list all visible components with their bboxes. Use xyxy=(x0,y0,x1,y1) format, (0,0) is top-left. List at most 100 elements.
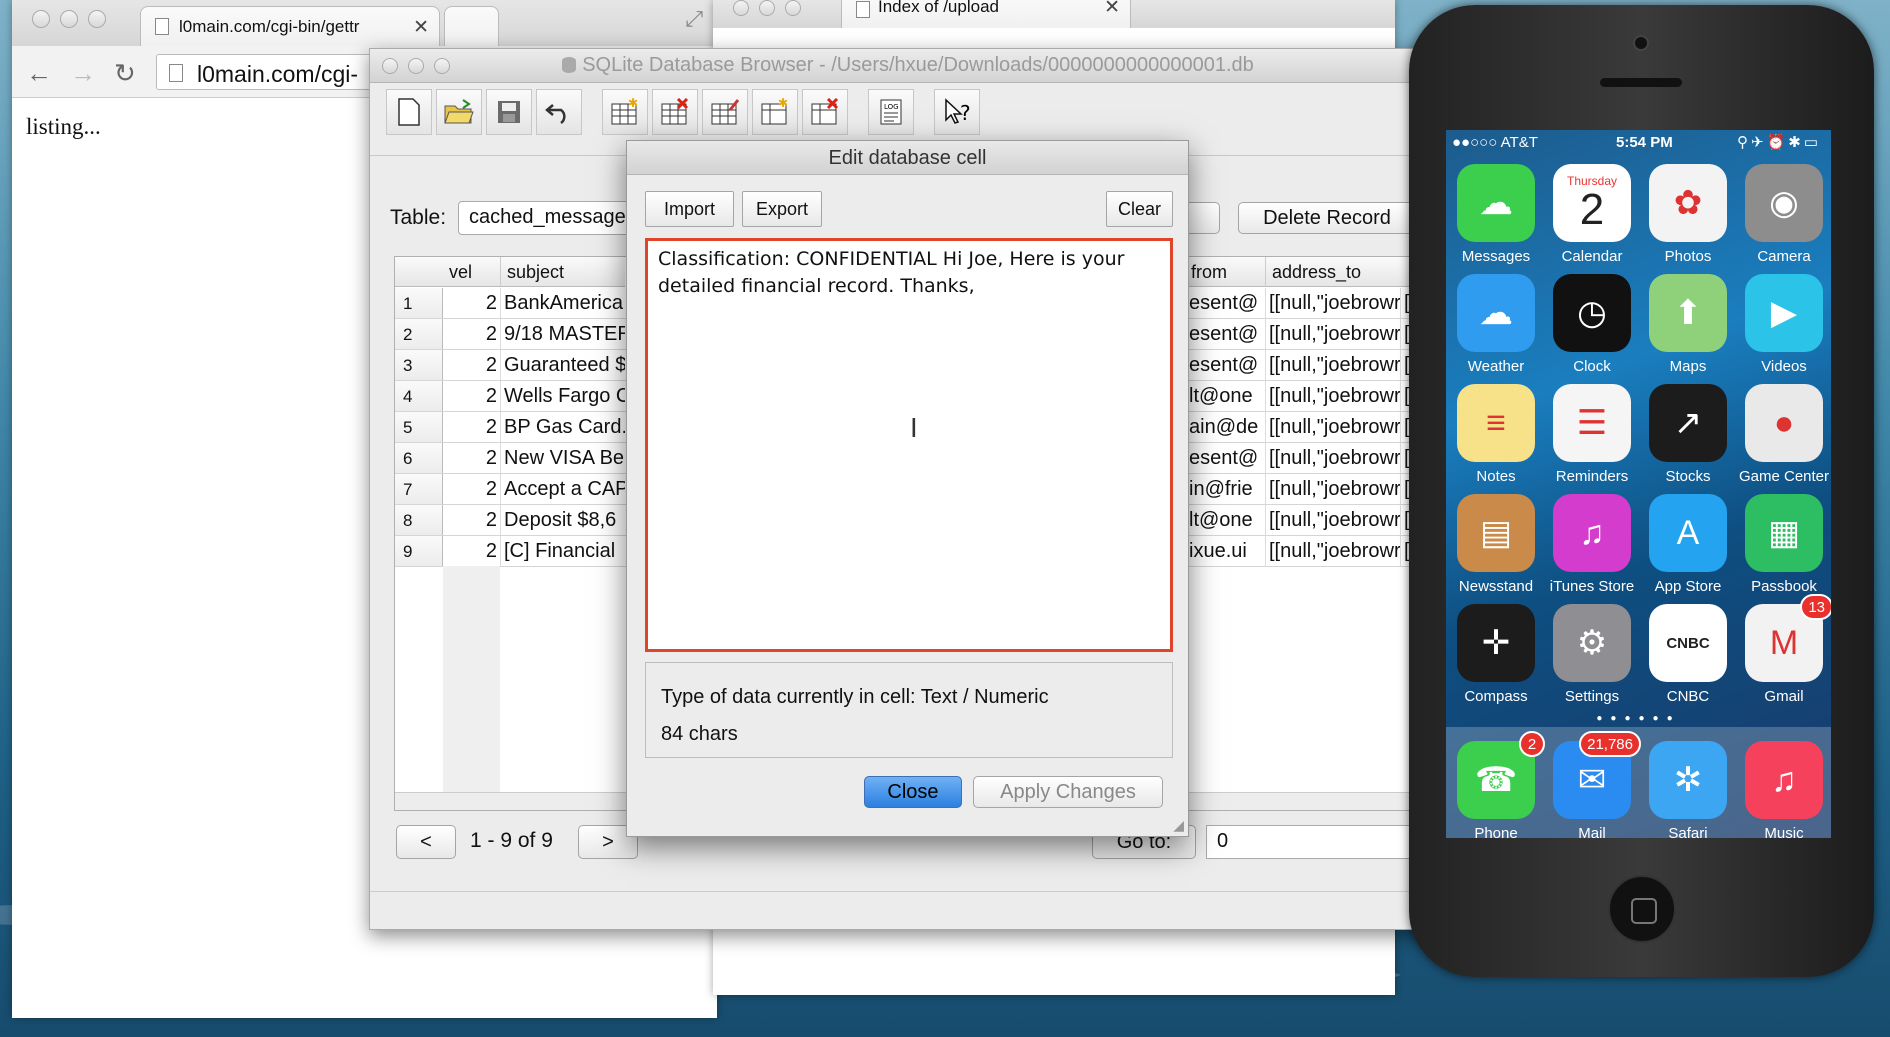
home-button[interactable] xyxy=(1608,875,1676,943)
level-cell[interactable]: 2 xyxy=(443,319,500,349)
level-cell[interactable]: 2 xyxy=(443,536,500,566)
app-itunes-store[interactable]: ♫ iTunes Store xyxy=(1544,494,1640,595)
subject-cell[interactable]: BP Gas Card.. xyxy=(500,412,625,442)
address-to-cell[interactable]: [[null,"joebrowr xyxy=(1265,443,1400,473)
app-compass[interactable]: ✛ Compass xyxy=(1448,604,1544,705)
close-window-button[interactable] xyxy=(32,10,50,28)
delete-record-button[interactable]: Delete Record xyxy=(1238,202,1416,234)
app-newsstand[interactable]: ▤ Newsstand xyxy=(1448,494,1544,595)
from-cell[interactable]: esent@ xyxy=(1185,443,1265,473)
address-to-cell[interactable]: [[null,"joebrowr xyxy=(1265,350,1400,380)
save-icon[interactable] xyxy=(486,89,532,135)
column-header[interactable]: vel xyxy=(443,257,500,287)
address-to-cell[interactable]: [[null,"joebrowr xyxy=(1265,474,1400,504)
subject-cell[interactable]: [C] Financial xyxy=(500,536,625,566)
delete-table-icon[interactable] xyxy=(652,89,698,135)
app-reminders[interactable]: ☰ Reminders xyxy=(1544,384,1640,485)
address-to-cell[interactable]: [[null,"joebrowr xyxy=(1265,319,1400,349)
browser-tab[interactable]: l0main.com/cgi-bin/gettr ✕ xyxy=(140,6,440,46)
row-number[interactable]: 2 xyxy=(395,319,443,349)
app-cnbc[interactable]: CNBC CNBC xyxy=(1640,604,1736,705)
level-cell[interactable]: 2 xyxy=(443,443,500,473)
browser-tab[interactable]: Index of /upload ✕ xyxy=(841,0,1131,28)
row-number[interactable]: 9 xyxy=(395,536,443,566)
address-to-cell[interactable]: [[null,"joebrowr xyxy=(1265,536,1400,566)
app-phone[interactable]: ☎ 2 Phone xyxy=(1448,731,1545,838)
level-cell[interactable]: 2 xyxy=(443,412,500,442)
address-to-cell[interactable]: [[null,"joebrowr xyxy=(1265,505,1400,535)
fullscreen-icon[interactable]: ⤢ xyxy=(685,6,703,32)
back-icon[interactable]: ← xyxy=(26,58,52,89)
app-clock[interactable]: ◷ Clock xyxy=(1544,274,1640,375)
subject-cell[interactable]: 9/18 MASTER xyxy=(500,319,625,349)
undo-icon[interactable] xyxy=(536,89,582,135)
row-number[interactable]: 6 xyxy=(395,443,443,473)
whats-this-icon[interactable]: ? xyxy=(934,89,980,135)
row-number[interactable]: 3 xyxy=(395,350,443,380)
app-calendar[interactable]: Thursday 2 Calendar xyxy=(1544,164,1640,265)
row-number[interactable]: 7 xyxy=(395,474,443,504)
resize-grip-icon[interactable]: ◢ xyxy=(1173,817,1184,834)
close-button[interactable]: Close xyxy=(864,776,962,808)
app-videos[interactable]: ▶ Videos xyxy=(1736,274,1831,375)
close-tab-icon[interactable]: ✕ xyxy=(413,16,429,39)
app-notes[interactable]: ≡ Notes xyxy=(1448,384,1544,485)
subject-cell[interactable]: Deposit $8,6 xyxy=(500,505,625,535)
row-number[interactable]: 4 xyxy=(395,381,443,411)
app-weather[interactable]: ☁ Weather xyxy=(1448,274,1544,375)
row-number[interactable]: 1 xyxy=(395,288,443,318)
from-cell[interactable]: ixue.ui xyxy=(1185,536,1265,566)
app-gmail[interactable]: M 13 Gmail xyxy=(1736,594,1831,705)
app-safari[interactable]: ✲ Safari xyxy=(1640,741,1736,838)
create-index-icon[interactable]: ✱ xyxy=(752,89,798,135)
from-cell[interactable]: ain@de xyxy=(1185,412,1265,442)
cell-text-editor[interactable]: Classification: CONFIDENTIAL Hi Joe, Her… xyxy=(645,238,1173,652)
level-cell[interactable]: 2 xyxy=(443,350,500,380)
close-window-button[interactable] xyxy=(733,0,749,16)
address-to-cell[interactable]: [[null,"joebrowr xyxy=(1265,288,1400,318)
minimize-window-button[interactable] xyxy=(408,58,424,74)
subject-cell[interactable]: Wells Fargo C xyxy=(500,381,625,411)
from-cell[interactable]: esent@ xyxy=(1185,288,1265,318)
modify-table-icon[interactable] xyxy=(702,89,748,135)
subject-cell[interactable]: Accept a CAP xyxy=(500,474,625,504)
zoom-window-button[interactable] xyxy=(434,58,450,74)
from-cell[interactable]: esent@ xyxy=(1185,350,1265,380)
app-settings[interactable]: ⚙ Settings xyxy=(1544,604,1640,705)
column-header[interactable]: subject xyxy=(500,257,625,287)
prev-page-button[interactable]: < xyxy=(396,825,456,859)
app-maps[interactable]: ⬆ Maps xyxy=(1640,274,1736,375)
app-app-store[interactable]: A App Store xyxy=(1640,494,1736,595)
address-to-cell[interactable]: [[null,"joebrowr xyxy=(1265,412,1400,442)
app-camera[interactable]: ◉ Camera xyxy=(1736,164,1831,265)
minimize-window-button[interactable] xyxy=(60,10,78,28)
subject-cell[interactable]: Guaranteed $ xyxy=(500,350,625,380)
open-database-icon[interactable] xyxy=(436,89,482,135)
row-number[interactable]: 8 xyxy=(395,505,443,535)
app-mail[interactable]: ✉ 21,786 Mail xyxy=(1544,731,1641,838)
level-cell[interactable]: 2 xyxy=(443,288,500,318)
from-cell[interactable]: in@frie xyxy=(1185,474,1265,504)
from-cell[interactable]: esent@ xyxy=(1185,319,1265,349)
from-cell[interactable]: lt@one xyxy=(1185,381,1265,411)
sql-log-icon[interactable]: LOG xyxy=(868,89,914,135)
subject-cell[interactable]: New VISA Bei xyxy=(500,443,625,473)
close-tab-icon[interactable]: ✕ xyxy=(1104,0,1120,19)
address-to-cell[interactable]: [[null,"joebrowr xyxy=(1265,381,1400,411)
import-button[interactable]: Import xyxy=(645,191,734,227)
app-messages[interactable]: ☁ Messages xyxy=(1448,164,1544,265)
export-button[interactable]: Export xyxy=(742,191,822,227)
level-cell[interactable]: 2 xyxy=(443,474,500,504)
app-game-center[interactable]: ● Game Center xyxy=(1736,384,1831,485)
level-cell[interactable]: 2 xyxy=(443,505,500,535)
reload-icon[interactable]: ↻ xyxy=(114,58,136,89)
app-passbook[interactable]: ▦ Passbook xyxy=(1736,494,1831,595)
create-table-icon[interactable]: ✱ xyxy=(602,89,648,135)
new-tab-button[interactable] xyxy=(444,6,499,46)
new-database-icon[interactable] xyxy=(386,89,432,135)
page-indicator[interactable]: ●●●●●● xyxy=(1446,713,1831,724)
app-music[interactable]: ♫ Music xyxy=(1736,741,1831,838)
zoom-window-button[interactable] xyxy=(785,0,801,16)
subject-cell[interactable]: BankAmerica xyxy=(500,288,625,318)
column-header[interactable]: address_to xyxy=(1265,257,1423,287)
